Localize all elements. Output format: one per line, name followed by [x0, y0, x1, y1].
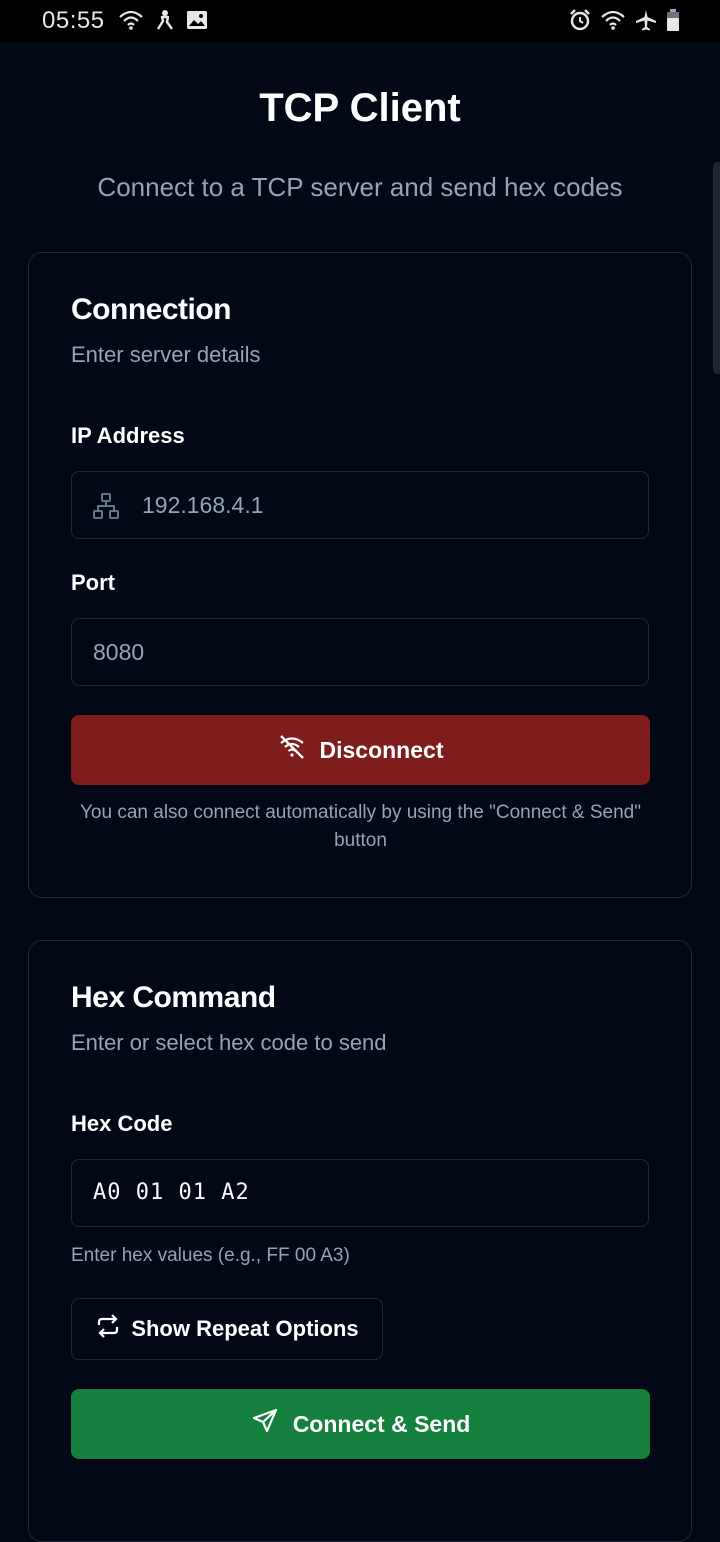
hex-code-input[interactable]: A0 01 01 A2 [71, 1159, 649, 1227]
show-repeat-options-button[interactable]: Show Repeat Options [71, 1298, 383, 1360]
battery-icon [666, 8, 680, 32]
connection-hint: You can also connect automatically by us… [80, 802, 641, 851]
airplane-mode-icon [634, 8, 658, 32]
connect-send-button[interactable]: Connect & Send [71, 1389, 650, 1459]
ip-address-label: IP Address [71, 423, 185, 448]
send-icon [251, 1407, 279, 1441]
repeat-label: Show Repeat Options [131, 1316, 359, 1341]
status-bar: 05:55 [0, 0, 720, 42]
wifi-signal-icon [600, 9, 626, 31]
hex-code-helper: Enter hex values (e.g., FF 00 A3) [71, 1245, 350, 1266]
disconnect-label: Disconnect [319, 736, 444, 763]
repeat-icon [95, 1313, 121, 1345]
connect-send-label: Connect & Send [292, 1410, 471, 1437]
scrollbar-thumb[interactable] [713, 162, 720, 374]
disconnect-button[interactable]: Disconnect [71, 715, 650, 785]
connection-title: Connection [71, 293, 232, 326]
connection-card: Connection Enter server details IP Addre… [28, 252, 692, 898]
hex-command-card: Hex Command Enter or select hex code to … [28, 940, 692, 1542]
hex-command-description: Enter or select hex code to send [71, 1030, 387, 1055]
ip-address-value: 192.168.4.1 [142, 492, 264, 518]
image-icon [186, 9, 208, 31]
hex-command-title: Hex Command [71, 981, 276, 1014]
page-subtitle: Connect to a TCP server and send hex cod… [97, 172, 623, 202]
status-time: 05:55 [42, 7, 105, 34]
network-icon [92, 492, 120, 525]
wifi-off-icon [278, 733, 306, 767]
ip-address-input[interactable]: 192.168.4.1 [71, 471, 649, 539]
port-value: 8080 [93, 639, 145, 665]
page-title: TCP Client [259, 86, 461, 130]
accessibility-icon [154, 9, 176, 31]
alarm-icon [568, 8, 592, 32]
port-input[interactable]: 8080 [71, 618, 649, 686]
wifi-icon [118, 9, 144, 31]
connection-description: Enter server details [71, 342, 261, 367]
port-label: Port [71, 570, 115, 595]
hex-code-value: A0 01 01 A2 [93, 1180, 250, 1205]
hex-code-label: Hex Code [71, 1111, 173, 1136]
